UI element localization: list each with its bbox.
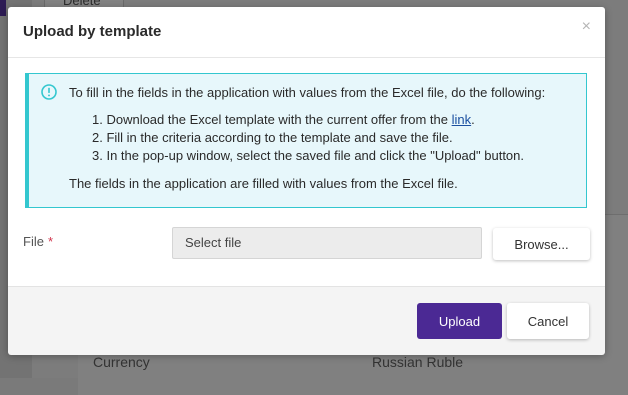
alert-step-2: 2. Fill in the criteria according to the… xyxy=(92,130,453,145)
background-currency-value: Russian Ruble xyxy=(372,354,464,370)
required-asterisk: * xyxy=(47,234,54,249)
info-alert: To fill in the fields in the application… xyxy=(25,73,587,208)
upload-template-dialog: Upload by template × To fill in the fiel… xyxy=(8,7,605,355)
dialog-title: Upload by template xyxy=(23,23,162,40)
dialog-footer: Upload Cancel xyxy=(8,286,605,355)
alert-lead-text: To fill in the fields in the application… xyxy=(69,85,546,100)
info-circle-icon xyxy=(41,84,57,100)
template-download-link[interactable]: link xyxy=(452,112,472,127)
alert-steps-list: 1. Download the Excel template with the … xyxy=(92,111,524,165)
close-icon[interactable]: × xyxy=(582,19,591,35)
browse-button[interactable]: Browse... xyxy=(493,228,590,260)
upload-button[interactable]: Upload xyxy=(417,303,502,339)
cancel-button[interactable]: Cancel xyxy=(507,303,589,339)
alert-footer-text: The fields in the application are filled… xyxy=(69,176,458,191)
file-field-label: File * xyxy=(23,234,53,249)
file-select-input[interactable]: Select file xyxy=(172,227,482,259)
alert-step-1-text: 1. Download the Excel template with the … xyxy=(92,112,452,127)
file-label-text: File xyxy=(23,234,44,249)
alert-step-3: 3. In the pop-up window, select the save… xyxy=(92,148,524,163)
alert-step-1-suffix: . xyxy=(471,112,475,127)
background-currency-label: Currency xyxy=(93,354,150,370)
alert-step-1: 1. Download the Excel template with the … xyxy=(92,111,524,129)
background-accent xyxy=(0,0,6,16)
dialog-header: Upload by template × xyxy=(8,7,605,58)
